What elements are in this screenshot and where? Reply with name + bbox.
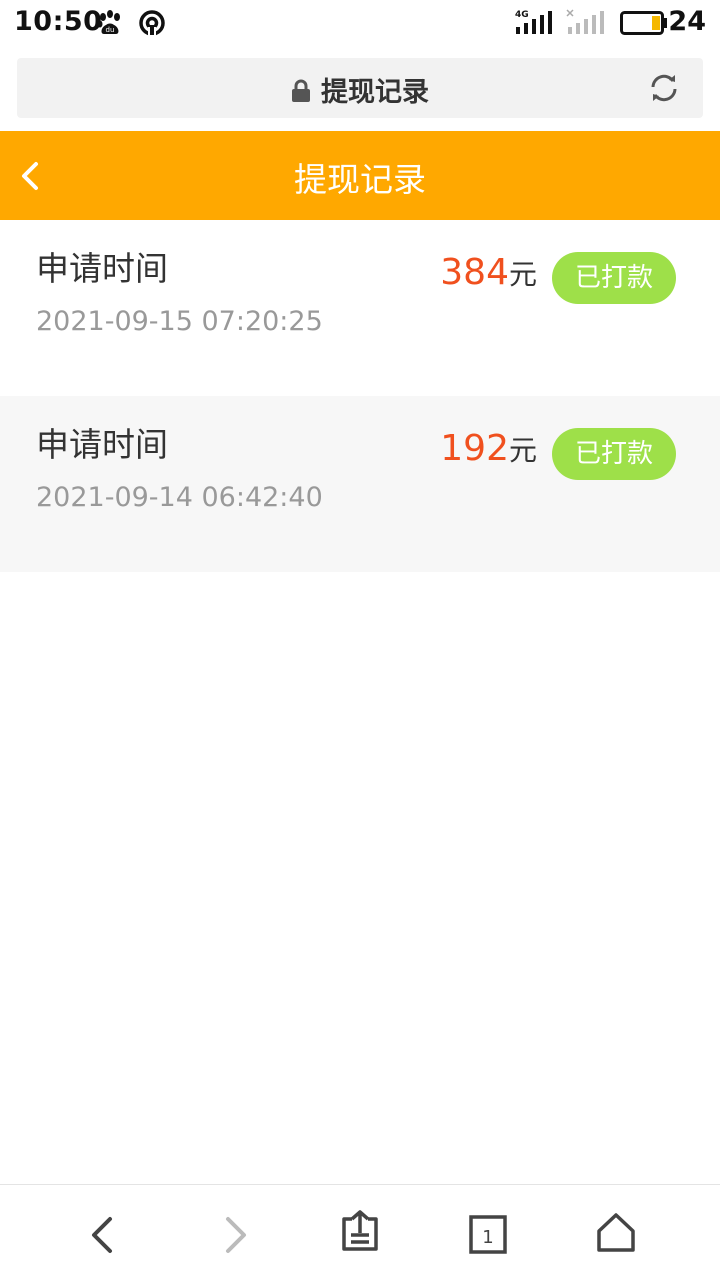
record-amount: 384 xyxy=(440,252,509,293)
baidu-paw-icon: du xyxy=(96,9,124,41)
hotspot-icon xyxy=(138,9,166,41)
record-time: 2021-09-15 07:20:25 xyxy=(36,306,323,337)
status-badge: 已打款 xyxy=(552,252,676,304)
network-type: 4G xyxy=(515,10,529,20)
record-unit: 元 xyxy=(508,258,537,291)
svg-text:du: du xyxy=(106,26,115,34)
list-item: 申请时间 2021-09-14 06:42:40 192元 已打款 xyxy=(0,396,720,572)
nav-header: 提现记录 xyxy=(0,131,720,220)
record-amount: 192 xyxy=(440,428,509,469)
forward-icon[interactable] xyxy=(212,1213,256,1257)
battery-icon xyxy=(620,10,668,40)
list-item: 申请时间 2021-09-15 07:20:25 384元 已打款 xyxy=(0,220,720,396)
signal-4g-icon: 4G xyxy=(513,8,553,40)
status-badge: 已打款 xyxy=(552,428,676,480)
share-icon[interactable] xyxy=(338,1209,382,1253)
status-time: 10:50 xyxy=(14,6,103,37)
battery-level: 24 xyxy=(668,6,706,37)
record-amount-wrap: 192元 xyxy=(440,428,537,469)
refresh-icon[interactable] xyxy=(647,71,681,109)
address-title: 提现记录 xyxy=(321,77,429,108)
home-icon[interactable] xyxy=(594,1211,638,1255)
tab-count: 1 xyxy=(482,1227,493,1248)
tabs-icon[interactable]: 1 xyxy=(466,1213,510,1257)
status-bar: 10:50 du 4G 24 xyxy=(0,0,720,46)
record-unit: 元 xyxy=(508,434,537,467)
record-label: 申请时间 xyxy=(36,425,168,464)
browser-toolbar: 1 xyxy=(0,1184,720,1280)
signal-empty-icon xyxy=(565,8,605,40)
page-title: 提现记录 xyxy=(294,160,426,199)
record-amount-wrap: 384元 xyxy=(440,252,537,293)
record-time: 2021-09-14 06:42:40 xyxy=(36,482,323,513)
record-label: 申请时间 xyxy=(36,249,168,288)
address-title-wrap: 提现记录 xyxy=(17,70,703,110)
address-bar[interactable]: 提现记录 xyxy=(17,58,703,118)
lock-icon xyxy=(291,79,311,110)
back-icon[interactable] xyxy=(82,1213,126,1257)
